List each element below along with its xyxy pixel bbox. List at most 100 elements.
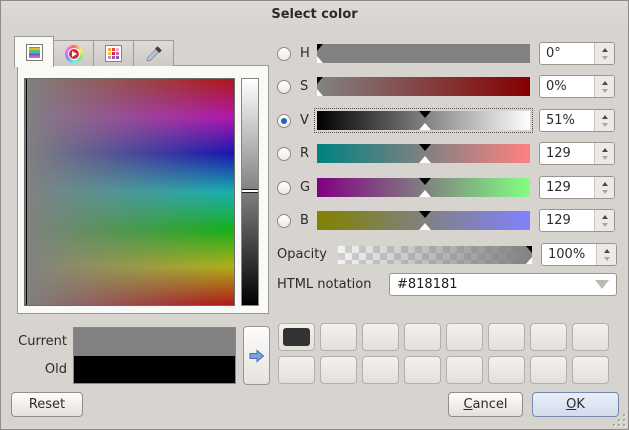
spin-down-icon[interactable] [602, 123, 608, 127]
spin-down-icon[interactable] [602, 223, 608, 227]
palette-swatch[interactable] [572, 323, 609, 351]
saturation-slider[interactable] [317, 77, 530, 96]
cancel-button[interactable]: Cancel [448, 392, 523, 417]
ok-button-label: K [576, 397, 585, 412]
channel-row-red: R 129 [277, 142, 617, 165]
tab-palette-picker[interactable] [94, 40, 134, 66]
channel-row-green: G 129 [277, 176, 617, 199]
html-notation-label: HTML notation [277, 277, 389, 292]
spin-down-icon[interactable] [602, 56, 608, 60]
old-label: Old [9, 356, 67, 385]
green-label: G [300, 180, 317, 195]
picker-tabs [14, 35, 174, 66]
value-slider-vertical[interactable] [241, 78, 259, 306]
spin-down-icon[interactable] [604, 257, 610, 261]
green-value: 129 [540, 177, 594, 198]
select-color-dialog: Select color H 0° [0, 0, 629, 430]
blue-value: 129 [540, 210, 594, 231]
spin-up-icon[interactable] [602, 182, 608, 186]
palette-swatch[interactable] [530, 356, 567, 384]
square-cursor [26, 79, 27, 305]
green-radio[interactable] [277, 181, 291, 195]
palette-swatch[interactable] [320, 323, 357, 351]
square-picker-page [17, 65, 269, 314]
spin-up-icon[interactable] [602, 215, 608, 219]
hue-radio[interactable] [277, 47, 291, 61]
opacity-label: Opacity [277, 247, 338, 262]
blue-radio[interactable] [277, 214, 291, 228]
gradient-square-icon [26, 44, 43, 61]
opacity-value: 100% [542, 244, 596, 265]
spin-up-icon[interactable] [604, 249, 610, 253]
palette-swatch[interactable] [278, 356, 315, 384]
red-value: 129 [540, 143, 594, 164]
hue-label: H [300, 46, 317, 61]
html-notation-entry[interactable] [389, 273, 617, 296]
palette-swatch[interactable] [446, 323, 483, 351]
html-notation-input[interactable] [390, 277, 595, 292]
opacity-row: Opacity 100% [277, 243, 617, 266]
tab-square-picker[interactable] [14, 36, 54, 67]
saturation-label: S [300, 79, 317, 94]
resize-grip[interactable] [612, 413, 625, 426]
value-spinbox[interactable]: 51% [539, 109, 615, 132]
palette-icon [105, 45, 122, 62]
reset-button-label: Reset [29, 397, 65, 412]
right-arrow-icon [248, 348, 265, 364]
swatch-labels: Current Old [9, 327, 67, 384]
dropdown-arrow-icon[interactable] [595, 280, 609, 289]
palette-swatch[interactable] [362, 323, 399, 351]
red-spinbox[interactable]: 129 [539, 142, 615, 165]
value-radio[interactable] [277, 114, 291, 128]
html-notation-row: HTML notation [277, 273, 617, 296]
palette-swatch[interactable] [572, 356, 609, 384]
palette-swatch[interactable] [446, 356, 483, 384]
hue-slider[interactable] [317, 44, 530, 63]
spin-up-icon[interactable] [602, 115, 608, 119]
palette-swatch[interactable] [278, 323, 315, 351]
color-wheel-icon [65, 45, 83, 63]
palette-swatch[interactable] [488, 356, 525, 384]
palette-grid [278, 323, 614, 384]
spin-down-icon[interactable] [602, 156, 608, 160]
value-slider-marker [242, 189, 258, 193]
hue-spinbox[interactable]: 0° [539, 42, 615, 65]
value-slider[interactable] [317, 111, 530, 130]
blue-label: B [300, 213, 317, 228]
red-slider[interactable] [317, 144, 530, 163]
spin-up-icon[interactable] [602, 148, 608, 152]
palette-swatch[interactable] [362, 356, 399, 384]
blue-slider[interactable] [317, 211, 530, 230]
palette-swatch[interactable] [488, 323, 525, 351]
saturation-spinbox[interactable]: 0% [539, 75, 615, 98]
spin-up-icon[interactable] [602, 48, 608, 52]
red-radio[interactable] [277, 147, 291, 161]
saturation-value: 0% [540, 76, 594, 97]
saturation-radio[interactable] [277, 80, 291, 94]
opacity-spinbox[interactable]: 100% [541, 243, 617, 266]
spin-down-icon[interactable] [602, 89, 608, 93]
tab-wheel-picker[interactable] [54, 40, 94, 66]
channel-row-value: V 51% [277, 109, 617, 132]
palette-swatch[interactable] [404, 323, 441, 351]
value-label: V [300, 113, 317, 128]
palette-swatch[interactable] [530, 323, 567, 351]
old-color-swatch [74, 356, 235, 384]
ok-button[interactable]: OK [532, 392, 619, 417]
hue-saturation-square[interactable] [24, 78, 235, 306]
color-compare-area [73, 327, 236, 384]
current-label: Current [9, 327, 67, 356]
blue-spinbox[interactable]: 129 [539, 209, 615, 232]
opacity-slider[interactable] [338, 246, 532, 264]
green-spinbox[interactable]: 129 [539, 176, 615, 199]
reset-button[interactable]: Reset [11, 392, 83, 417]
hue-value: 0° [540, 43, 594, 64]
spin-up-icon[interactable] [602, 81, 608, 85]
green-slider[interactable] [317, 178, 530, 197]
dialog-title: Select color [1, 1, 628, 29]
palette-swatch[interactable] [320, 356, 357, 384]
spin-down-icon[interactable] [602, 190, 608, 194]
add-to-palette-button[interactable] [243, 326, 270, 385]
palette-swatch[interactable] [404, 356, 441, 384]
tab-eyedropper[interactable] [134, 40, 174, 66]
